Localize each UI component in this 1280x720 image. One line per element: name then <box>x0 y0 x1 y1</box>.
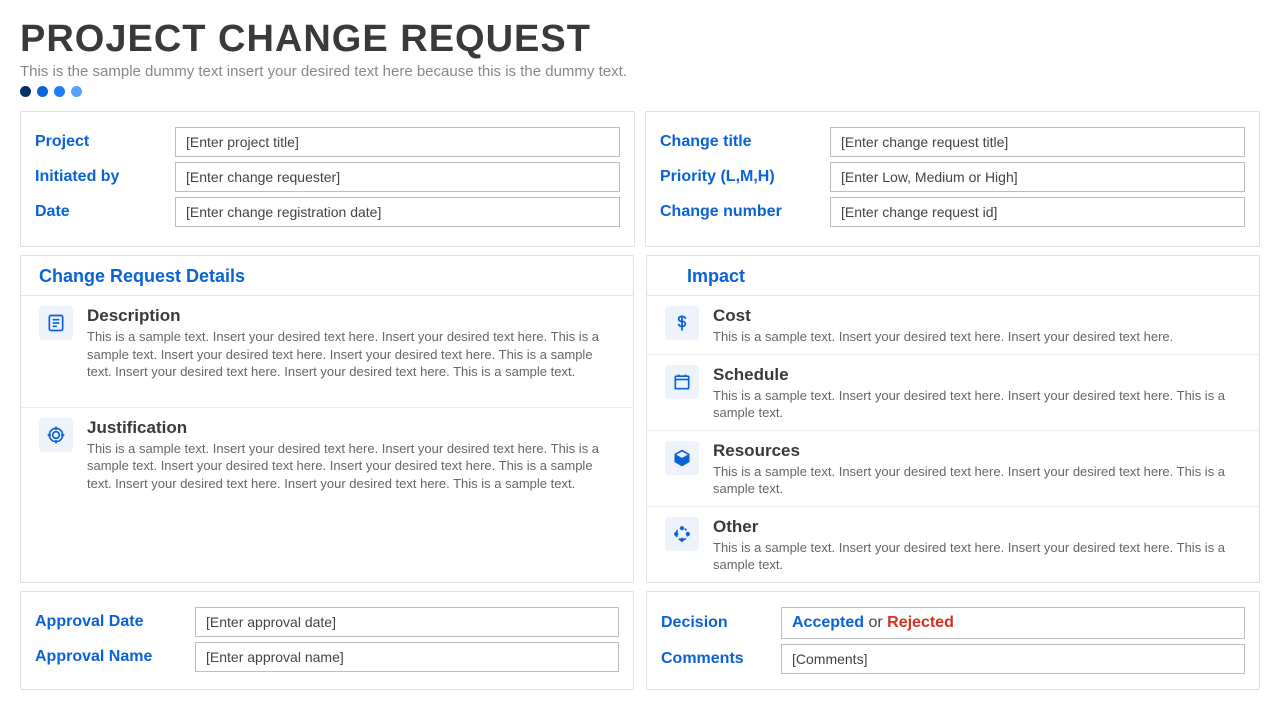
description-text: This is a sample text. Insert your desir… <box>87 328 615 381</box>
impact-other: Other This is a sample text. Insert your… <box>647 506 1259 582</box>
decision-or: or <box>864 614 887 631</box>
field-change-number[interactable]: [Enter change request id] <box>830 197 1245 227</box>
label-priority: Priority (L,M,H) <box>660 168 820 186</box>
label-comments: Comments <box>661 650 771 668</box>
label-change-number: Change number <box>660 203 820 221</box>
justification-section: Justification This is a sample text. Ins… <box>21 407 633 501</box>
dot <box>20 86 31 97</box>
impact-schedule: Schedule This is a sample text. Insert y… <box>647 354 1259 430</box>
approval-panel-right: Decision Accepted or Rejected Comments [… <box>646 591 1260 690</box>
calendar-icon <box>665 365 699 399</box>
impact-cost: Cost This is a sample text. Insert your … <box>647 296 1259 354</box>
label-initiated-by: Initiated by <box>35 168 165 186</box>
target-icon <box>39 418 73 452</box>
circle-nodes-icon <box>665 517 699 551</box>
impact-schedule-text: This is a sample text. Insert your desir… <box>713 387 1241 422</box>
field-change-title[interactable]: [Enter change request title] <box>830 127 1245 157</box>
label-approval-name: Approval Name <box>35 648 185 666</box>
approval-panel-left: Approval Date [Enter approval date] Appr… <box>20 591 634 690</box>
justification-title: Justification <box>87 418 615 438</box>
label-date: Date <box>35 203 165 221</box>
dot <box>71 86 82 97</box>
description-title: Description <box>87 306 615 326</box>
impact-heading: Impact <box>647 256 1259 296</box>
field-approval-name[interactable]: [Enter approval name] <box>195 642 619 672</box>
page-subtitle: This is the sample dummy text insert you… <box>20 63 1260 80</box>
impact-other-text: This is a sample text. Insert your desir… <box>713 539 1241 574</box>
impact-schedule-title: Schedule <box>713 365 1241 385</box>
impact-resources-text: This is a sample text. Insert your desir… <box>713 463 1241 498</box>
impact-cost-text: This is a sample text. Insert your desir… <box>713 328 1241 346</box>
description-section: Description This is a sample text. Inser… <box>21 296 633 389</box>
decision-accepted: Accepted <box>792 614 864 631</box>
field-initiated-by[interactable]: [Enter change requester] <box>175 162 620 192</box>
details-heading: Change Request Details <box>21 256 633 296</box>
impact-cost-title: Cost <box>713 306 1241 326</box>
info-panel-right: Change title [Enter change request title… <box>645 111 1260 247</box>
box-icon <box>665 441 699 475</box>
decision-rejected: Rejected <box>887 614 954 631</box>
impact-other-title: Other <box>713 517 1241 537</box>
label-decision: Decision <box>661 614 771 632</box>
field-approval-date[interactable]: [Enter approval date] <box>195 607 619 637</box>
label-project: Project <box>35 133 165 151</box>
impact-panel: Impact Cost This is a sample text. Inser… <box>646 255 1260 583</box>
list-icon <box>39 306 73 340</box>
field-project[interactable]: [Enter project title] <box>175 127 620 157</box>
field-comments[interactable]: [Comments] <box>781 644 1245 674</box>
decorative-dots <box>20 86 1260 97</box>
label-change-title: Change title <box>660 133 820 151</box>
page-title: PROJECT CHANGE REQUEST <box>20 18 1260 61</box>
impact-resources: Resources This is a sample text. Insert … <box>647 430 1259 506</box>
label-approval-date: Approval Date <box>35 613 185 631</box>
dollar-icon <box>665 306 699 340</box>
justification-text: This is a sample text. Insert your desir… <box>87 440 615 493</box>
field-decision[interactable]: Accepted or Rejected <box>781 607 1245 639</box>
field-date[interactable]: [Enter change registration date] <box>175 197 620 227</box>
dot <box>54 86 65 97</box>
dot <box>37 86 48 97</box>
info-panel-left: Project [Enter project title] Initiated … <box>20 111 635 247</box>
impact-resources-title: Resources <box>713 441 1241 461</box>
field-priority[interactable]: [Enter Low, Medium or High] <box>830 162 1245 192</box>
change-request-details-panel: Change Request Details Description This … <box>20 255 634 583</box>
